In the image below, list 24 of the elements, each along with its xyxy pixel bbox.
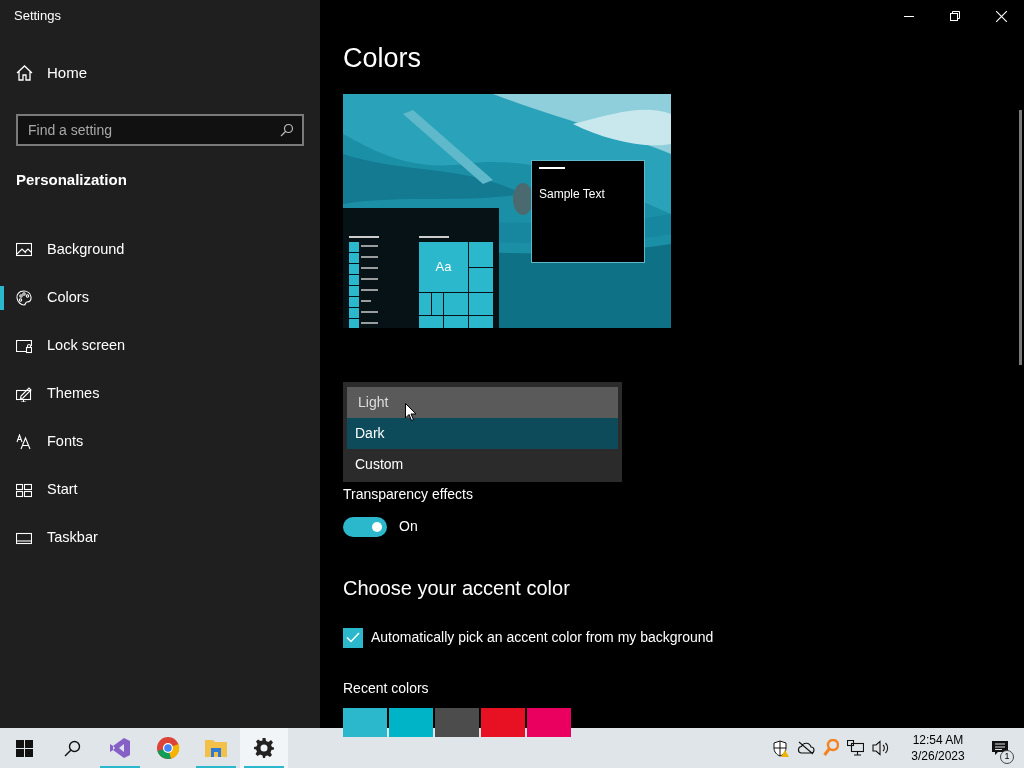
notification-badge: 1 [1000, 750, 1014, 764]
checkbox-label: Automatically pick an accent color from my background [371, 628, 714, 647]
section-heading: Personalization [16, 171, 127, 188]
nav-item[interactable]: Themes [0, 370, 320, 418]
page-title: Colors [343, 42, 423, 75]
dropdown-option[interactable]: Custom [347, 449, 618, 480]
nav-item[interactable]: Background [0, 226, 320, 274]
window-title: Settings [14, 7, 61, 26]
toggle-state: On [399, 517, 418, 536]
tile-label: Aa [435, 258, 452, 277]
nav-item[interactable]: Taskbar [0, 514, 320, 562]
home-link[interactable]: Home [0, 32, 320, 114]
nav-item[interactable]: Start [0, 466, 320, 514]
section-heading: Choose your accent color [343, 576, 571, 601]
sample-text: Sample Text [539, 187, 605, 201]
dropdown-option[interactable]: Light [347, 387, 618, 418]
clock[interactable]: 12:54 AM 3/26/2023 [896, 732, 980, 764]
setting-label: Transparency effects [343, 486, 473, 502]
search-field[interactable]: Find a setting [16, 114, 304, 146]
notification-button[interactable]: 1 [980, 728, 1020, 768]
recent-colors-label: Recent colors [343, 680, 429, 696]
dropdown-option[interactable]: Dark [347, 418, 618, 449]
nav-item[interactable]: Lock screen [0, 322, 320, 370]
nav-item[interactable]: Fonts [0, 418, 320, 466]
